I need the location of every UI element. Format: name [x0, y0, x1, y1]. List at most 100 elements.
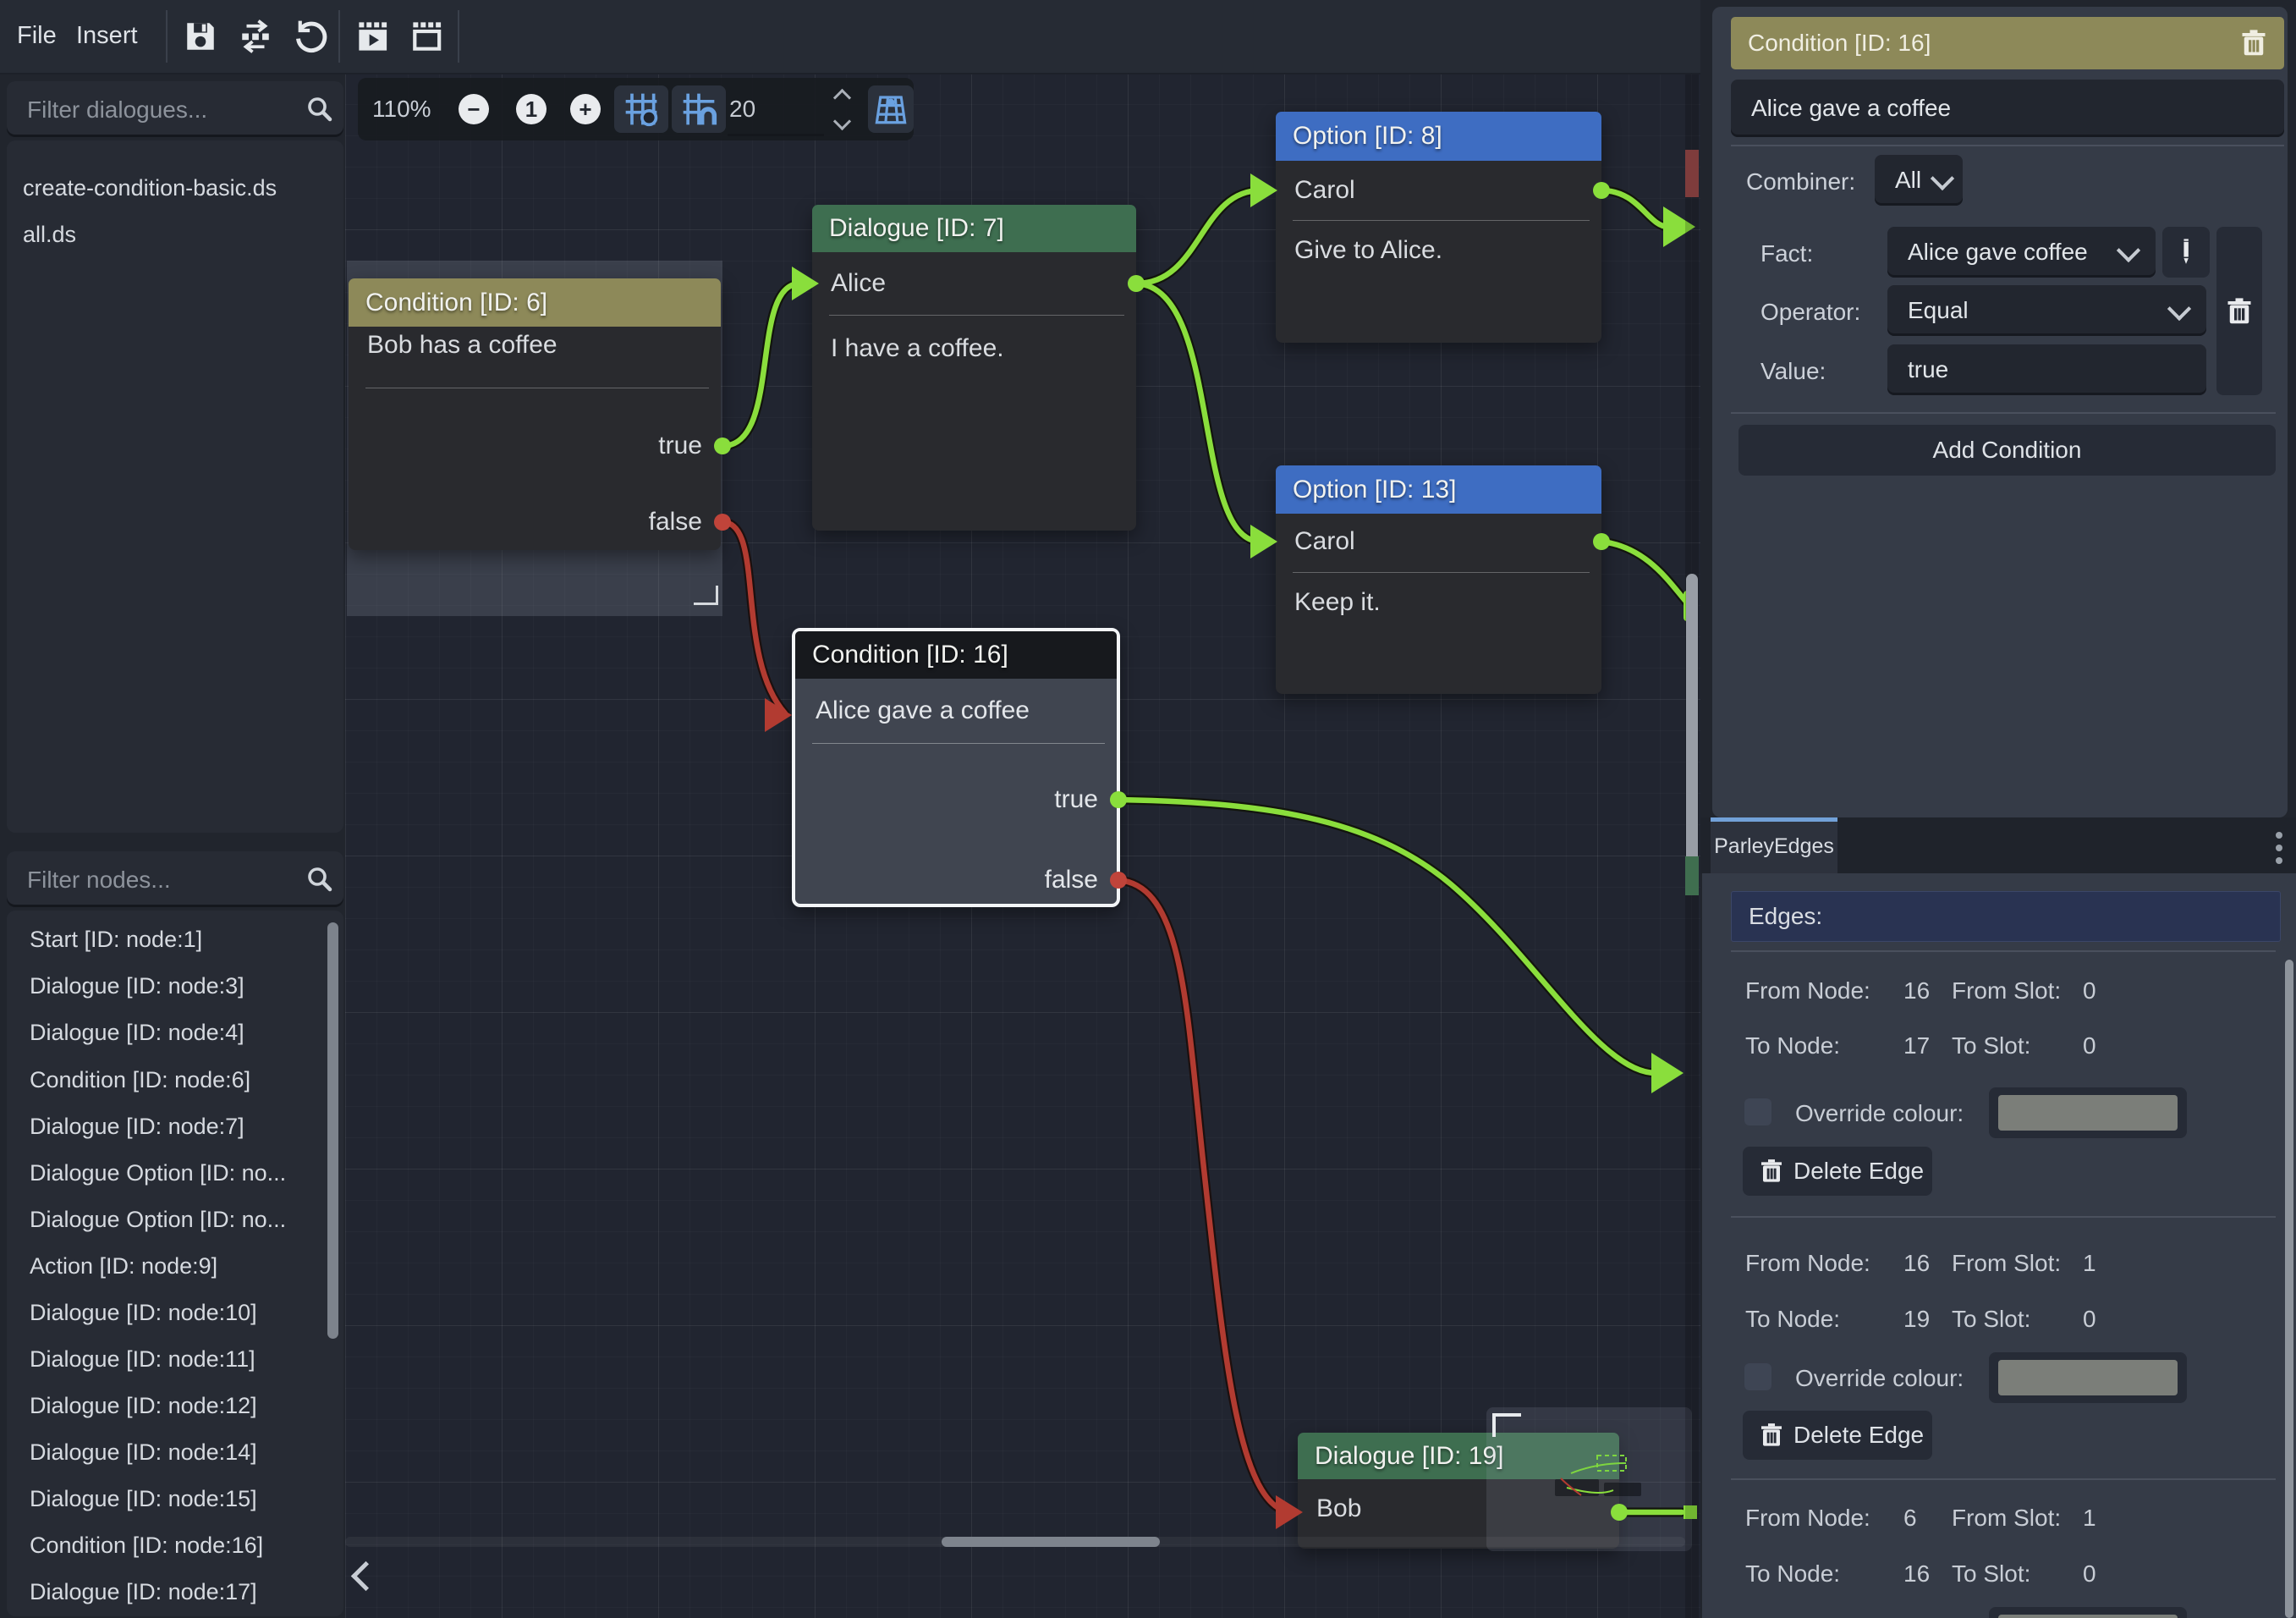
- tab-parleyedges[interactable]: ParleyEdges: [1711, 817, 1837, 873]
- menu-file[interactable]: File: [8, 0, 65, 71]
- trash-icon: [1758, 1422, 1785, 1449]
- node-list-item[interactable]: Dialogue [ID: node:12]: [30, 1384, 257, 1427]
- true-port-label: true: [1054, 781, 1098, 818]
- override-colour-swatch[interactable]: [1989, 1352, 2187, 1403]
- resize-bracket-icon[interactable]: [694, 586, 718, 605]
- zoom-reset-button[interactable]: 1: [516, 94, 547, 124]
- graph-node-option-13[interactable]: Option [ID: 13] Carol Keep it.: [1276, 465, 1601, 694]
- nodes-list-scrollbar[interactable]: [327, 922, 338, 1339]
- node-title: Dialogue [ID: 7]: [829, 205, 1004, 252]
- fact-label: Fact:: [1760, 240, 1813, 267]
- override-colour-checkbox[interactable]: [1744, 1098, 1771, 1125]
- condition-description-input[interactable]: Alice gave a coffee: [1731, 80, 2284, 137]
- node-list-item[interactable]: Dialogue [ID: node:11]: [30, 1338, 255, 1380]
- node-header[interactable]: Condition [ID: 6]: [349, 278, 721, 327]
- colour-preview: [1998, 1095, 2178, 1131]
- minimap-toggle[interactable]: [868, 85, 914, 133]
- operator-dropdown[interactable]: Equal: [1887, 285, 2206, 336]
- node-list-item[interactable]: Dialogue Option [ID: no...: [30, 1198, 286, 1241]
- play-dialogue-button[interactable]: [355, 19, 391, 54]
- toolbar-divider: [166, 10, 168, 63]
- filter-dialogues-input[interactable]: [25, 81, 299, 139]
- node-list-item[interactable]: Action [ID: node:9]: [30, 1245, 217, 1287]
- override-colour-swatch[interactable]: [1989, 1087, 2187, 1138]
- graph-vscroll-thumb[interactable]: [1686, 574, 1698, 889]
- speaker-name: Bob: [1316, 1479, 1361, 1538]
- snap-grid-icon: [623, 91, 660, 128]
- zoom-in-button[interactable]: +: [570, 94, 601, 124]
- snap-magnet-icon: [680, 91, 717, 128]
- graph-hscroll-thumb[interactable]: [942, 1537, 1160, 1547]
- to-node-label: To Node:: [1745, 1032, 1840, 1059]
- divider: [1731, 1216, 2276, 1218]
- save-icon: [183, 19, 218, 54]
- node-list-item[interactable]: Dialogue [ID: node:7]: [30, 1105, 244, 1147]
- to-node-label: To Node:: [1745, 1560, 1840, 1588]
- combiner-dropdown[interactable]: All: [1875, 155, 1963, 206]
- override-colour-checkbox[interactable]: [1744, 1363, 1771, 1390]
- graph-node-condition-6[interactable]: Condition [ID: 6] Bob has a coffee true …: [349, 278, 721, 550]
- node-list-item[interactable]: Dialogue [ID: node:17]: [30, 1571, 257, 1613]
- kebab-menu-icon[interactable]: [2276, 826, 2282, 870]
- to-slot-value: 0: [2083, 1560, 2096, 1588]
- delete-edge-button[interactable]: Delete Edge: [1743, 1411, 1932, 1460]
- override-colour-swatch[interactable]: [1989, 1607, 2187, 1618]
- snap-amount-down[interactable]: [836, 115, 849, 132]
- edges-section-header[interactable]: Edges:: [1731, 891, 2281, 942]
- undo-button[interactable]: [293, 19, 328, 54]
- edit-fact-button[interactable]: [2162, 227, 2210, 278]
- colour-preview: [1998, 1360, 2178, 1395]
- node-list-item[interactable]: Condition [ID: node:6]: [30, 1059, 250, 1101]
- node-list-item[interactable]: Dialogue [ID: node:4]: [30, 1011, 244, 1054]
- play-dialogue-from-button[interactable]: [409, 19, 445, 54]
- graph-node-option-8[interactable]: Option [ID: 8] Carol Give to Alice.: [1276, 112, 1601, 343]
- menu-insert[interactable]: Insert: [68, 0, 146, 71]
- speaker-name: Alice: [831, 252, 886, 315]
- add-condition-button[interactable]: Add Condition: [1738, 425, 2276, 476]
- from-slot-label: From Slot:: [1952, 1505, 2061, 1532]
- snap-amount-input[interactable]: [728, 85, 824, 136]
- speaker-name: Carol: [1294, 161, 1355, 220]
- delete-condition-button[interactable]: [2216, 227, 2262, 395]
- node-header[interactable]: Option [ID: 8]: [1276, 112, 1601, 161]
- dialogue-file-item[interactable]: all.ds: [23, 213, 76, 256]
- true-port-label: true: [658, 427, 702, 465]
- node-list-item[interactable]: Dialogue Option [ID: no...: [30, 1152, 286, 1194]
- node-list-item[interactable]: Start [ID: node:1]: [30, 918, 202, 960]
- snap-amount-up[interactable]: [836, 91, 849, 108]
- zoom-out-button[interactable]: −: [459, 94, 489, 124]
- node-title: Option [ID: 8]: [1293, 112, 1442, 161]
- chevron-down-icon: [1931, 167, 1954, 190]
- node-header[interactable]: Option [ID: 13]: [1276, 465, 1601, 514]
- reorder-nodes-button[interactable]: [238, 19, 273, 54]
- value-value: true: [1908, 344, 1948, 395]
- snap-magnet-toggle[interactable]: [672, 85, 726, 133]
- dialogue-file-item[interactable]: create-condition-basic.ds: [23, 167, 277, 209]
- edges-list-scrollbar[interactable]: [2285, 960, 2293, 1618]
- graph-node-dialogue-7[interactable]: Dialogue [ID: 7] Alice I have a coffee.: [812, 205, 1136, 531]
- delete-node-icon[interactable]: [2238, 28, 2269, 58]
- option-text: Give to Alice.: [1294, 220, 1442, 281]
- vscroll-marker-red: [1685, 150, 1699, 197]
- node-list-item[interactable]: Dialogue [ID: node:10]: [30, 1291, 257, 1334]
- node-list-item[interactable]: Condition [ID: node:16]: [30, 1524, 263, 1566]
- node-list-item[interactable]: Dialogue [ID: node:15]: [30, 1478, 257, 1520]
- node-header[interactable]: Condition [ID: 16]: [795, 631, 1117, 679]
- divider: [1731, 950, 2276, 952]
- snap-grid-toggle[interactable]: [614, 85, 668, 133]
- fact-dropdown[interactable]: Alice gave coffee: [1887, 227, 2156, 278]
- node-header[interactable]: Dialogue [ID: 7]: [812, 205, 1136, 252]
- graph-node-condition-16-selected[interactable]: Condition [ID: 16] Alice gave a coffee t…: [792, 628, 1120, 907]
- node-list-item[interactable]: Dialogue [ID: node:14]: [30, 1431, 257, 1473]
- from-slot-label: From Slot:: [1952, 977, 2061, 1004]
- node-title: Condition [ID: 16]: [812, 631, 1008, 679]
- operator-value: Equal: [1908, 285, 1969, 336]
- node-list-item[interactable]: Dialogue [ID: node:3]: [30, 965, 244, 1007]
- save-button[interactable]: [183, 19, 218, 54]
- filter-nodes-input[interactable]: [25, 851, 299, 909]
- value-input[interactable]: true: [1887, 344, 2206, 395]
- speaker-name: Carol: [1294, 514, 1355, 570]
- dialogue-editor-app: Condition [ID: 6] Bob has a coffee true …: [0, 0, 2296, 1618]
- from-node-label: From Node:: [1745, 977, 1870, 1004]
- delete-edge-button[interactable]: Delete Edge: [1743, 1147, 1932, 1196]
